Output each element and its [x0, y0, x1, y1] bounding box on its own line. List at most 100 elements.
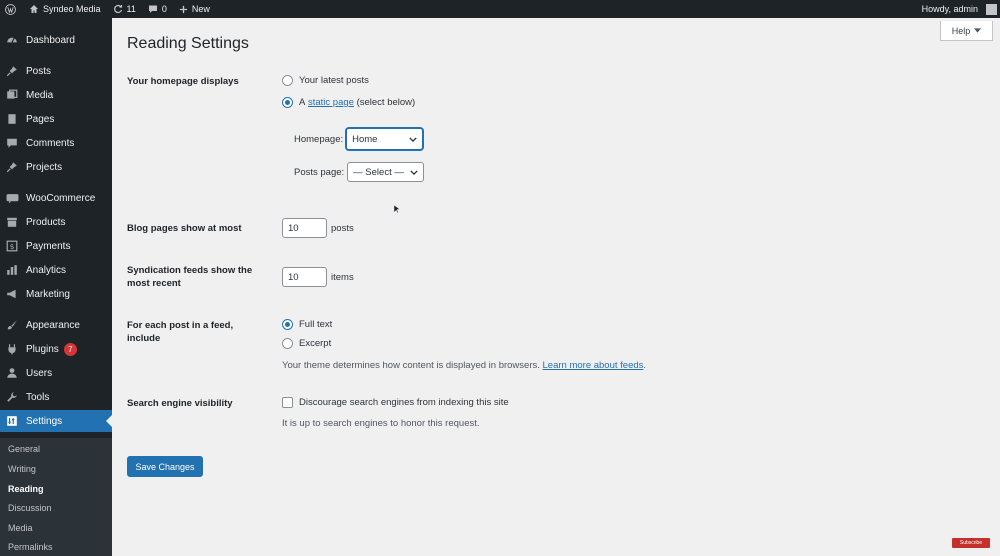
items-unit: items: [331, 271, 354, 283]
full-text-option[interactable]: Full text: [282, 319, 332, 330]
woo-icon: [5, 191, 19, 205]
submenu-item-writing[interactable]: Writing: [8, 464, 36, 474]
sidebar-item-projects[interactable]: Projects: [0, 156, 112, 178]
submenu-item-discussion[interactable]: Discussion: [8, 503, 52, 513]
discourage-search-label: Discourage search engines from indexing …: [299, 397, 509, 408]
latest-posts-radio[interactable]: [282, 75, 293, 86]
latest-posts-option[interactable]: Your latest posts: [282, 75, 369, 86]
sidebar-item-appearance[interactable]: Appearance: [0, 314, 112, 336]
search-visibility-label: Search engine visibility: [127, 398, 233, 409]
admin-bar: Syndeo Media 11 0 New Howdy, admin: [0, 0, 1000, 18]
static-page-suffix: (select below): [356, 97, 416, 108]
sidebar-item-tools[interactable]: Tools: [0, 386, 112, 408]
sidebar-item-label: Posts: [26, 65, 52, 77]
dollar-icon: $: [5, 239, 19, 253]
sidebar-item-comments[interactable]: Comments: [0, 132, 112, 154]
sidebar-item-payments[interactable]: $ Payments: [0, 235, 112, 257]
sidebar-item-label: Payments: [26, 240, 71, 252]
sidebar-item-analytics[interactable]: Analytics: [0, 259, 112, 281]
updates-link[interactable]: 11: [107, 0, 142, 18]
sidebar-item-label: Media: [26, 89, 54, 101]
posts-page-select-row: Posts page: — Select —: [294, 162, 425, 182]
excerpt-label: Excerpt: [299, 338, 332, 349]
sidebar-item-label: Plugins: [26, 343, 59, 355]
chevron-down-icon: [409, 136, 417, 142]
user-icon: [5, 366, 19, 380]
submenu-item-media[interactable]: Media: [8, 523, 33, 533]
sidebar-item-settings[interactable]: Settings: [0, 410, 112, 432]
sidebar-item-media[interactable]: Media: [0, 84, 112, 106]
discourage-search-checkbox[interactable]: [282, 397, 293, 408]
mouse-cursor-icon: [394, 205, 400, 214]
howdy-text: Howdy, admin: [921, 4, 978, 14]
comments-link[interactable]: 0: [142, 0, 173, 18]
excerpt-option[interactable]: Excerpt: [282, 338, 331, 349]
page-title: Reading Settings: [127, 35, 249, 52]
save-changes-button[interactable]: Save Changes: [127, 456, 203, 477]
sidebar-item-label: Dashboard: [26, 34, 75, 46]
site-name: Syndeo Media: [43, 4, 101, 14]
pin-icon: [5, 64, 19, 78]
my-account-link[interactable]: Howdy, admin: [916, 0, 1000, 18]
feed-content-label: For each post in a feed, include: [127, 320, 234, 344]
submenu-item-reading[interactable]: Reading: [8, 484, 44, 494]
sidebar-item-label: Analytics: [26, 264, 67, 276]
site-name-link[interactable]: Syndeo Media: [23, 0, 107, 18]
feed-description: Your theme determines how content is dis…: [282, 360, 647, 371]
subscribe-badge-label: Subscribe: [959, 540, 983, 546]
sidebar-item-users[interactable]: Users: [0, 362, 112, 384]
sidebar-item-label: Tools: [26, 391, 50, 403]
megaphone-icon: [5, 287, 19, 301]
sidebar-item-label: Comments: [26, 137, 75, 149]
bar-chart-icon: [5, 263, 19, 277]
homepage-select-value: Home: [352, 133, 378, 145]
submenu-item-permalinks[interactable]: Permalinks: [8, 542, 53, 552]
sidebar-item-plugins[interactable]: Plugins 7: [0, 338, 112, 360]
search-visibility-description: It is up to search engines to honor this…: [282, 418, 480, 429]
media-icon: [5, 88, 19, 102]
excerpt-radio[interactable]: [282, 338, 293, 349]
latest-posts-label: Your latest posts: [299, 75, 369, 86]
sidebar-item-products[interactable]: Products: [0, 211, 112, 233]
posts-per-rss-input[interactable]: 10: [282, 267, 327, 287]
dashboard-icon: [5, 33, 19, 47]
subscribe-badge: Subscribe: [952, 538, 990, 548]
sidebar-item-label: Products: [26, 216, 66, 228]
posts-unit: posts: [331, 222, 354, 234]
static-page-link[interactable]: static page: [308, 97, 354, 108]
wordpress-logo-icon[interactable]: [0, 0, 23, 18]
new-content-link[interactable]: New: [173, 0, 216, 18]
new-label: New: [191, 4, 210, 14]
learn-more-feeds-link[interactable]: Learn more about feeds: [543, 360, 644, 371]
settings-icon: [5, 414, 19, 428]
static-page-option[interactable]: A static page (select below): [282, 97, 415, 108]
homepage-displays-label: Your homepage displays: [127, 76, 239, 87]
posts-page-select-label: Posts page:: [294, 166, 345, 178]
full-text-radio[interactable]: [282, 319, 293, 330]
sidebar-item-label: Users: [26, 367, 53, 379]
full-text-label: Full text: [299, 319, 333, 330]
blog-pages-row: 10 posts: [282, 218, 354, 238]
admin-sidebar: Dashboard Posts Media Pages Comments Pro…: [0, 18, 112, 556]
sidebar-item-label: Appearance: [26, 319, 80, 331]
posts-page-select[interactable]: — Select —: [347, 162, 425, 182]
homepage-select[interactable]: Home: [346, 128, 424, 150]
sidebar-item-label: Settings: [26, 415, 63, 427]
sidebar-item-marketing[interactable]: Marketing: [0, 283, 112, 305]
plus-icon: [179, 5, 188, 13]
sidebar-item-dashboard[interactable]: Dashboard: [0, 29, 112, 51]
static-page-radio[interactable]: [282, 97, 293, 108]
refresh-icon: [113, 4, 122, 14]
sidebar-item-label: Pages: [26, 113, 55, 125]
discourage-search-option[interactable]: Discourage search engines from indexing …: [282, 397, 509, 408]
posts-per-page-input[interactable]: 10: [282, 218, 327, 238]
sidebar-item-pages[interactable]: Pages: [0, 108, 112, 130]
sidebar-item-posts[interactable]: Posts: [0, 60, 112, 82]
help-tab-button[interactable]: Help: [940, 21, 993, 41]
svg-text:$: $: [10, 242, 15, 251]
sidebar-item-woocommerce[interactable]: WooCommerce: [0, 187, 112, 209]
posts-page-select-value: — Select —: [353, 166, 404, 178]
submenu-item-general[interactable]: General: [8, 444, 40, 454]
static-page-prefix: A: [299, 97, 306, 108]
updates-count: 11: [126, 4, 136, 14]
